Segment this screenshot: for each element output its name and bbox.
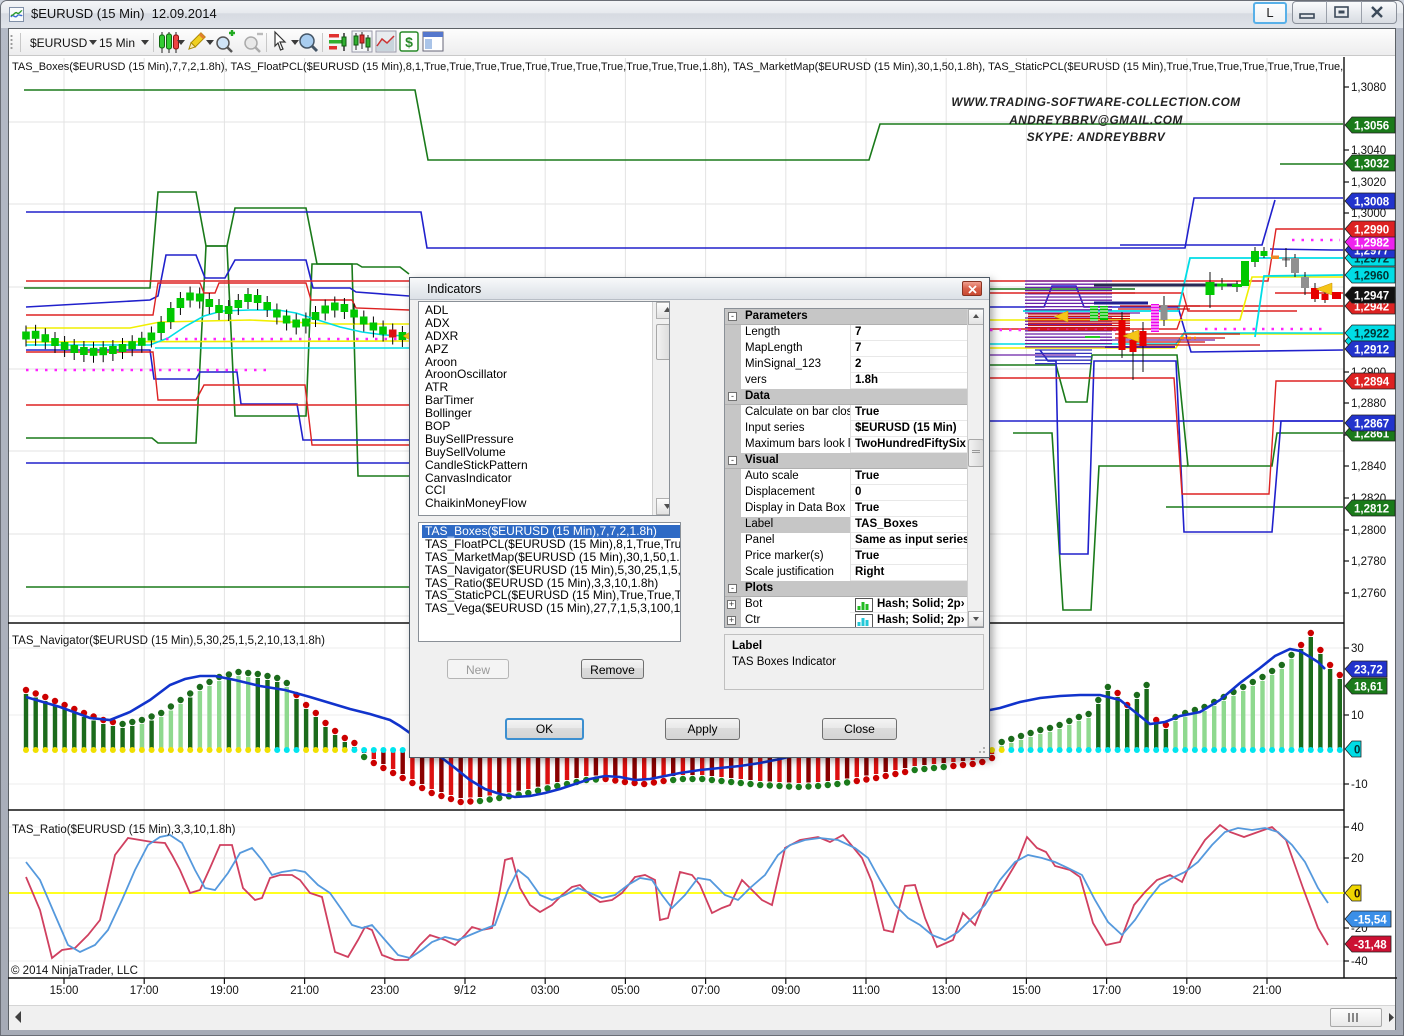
- svg-text:$: $: [405, 34, 413, 50]
